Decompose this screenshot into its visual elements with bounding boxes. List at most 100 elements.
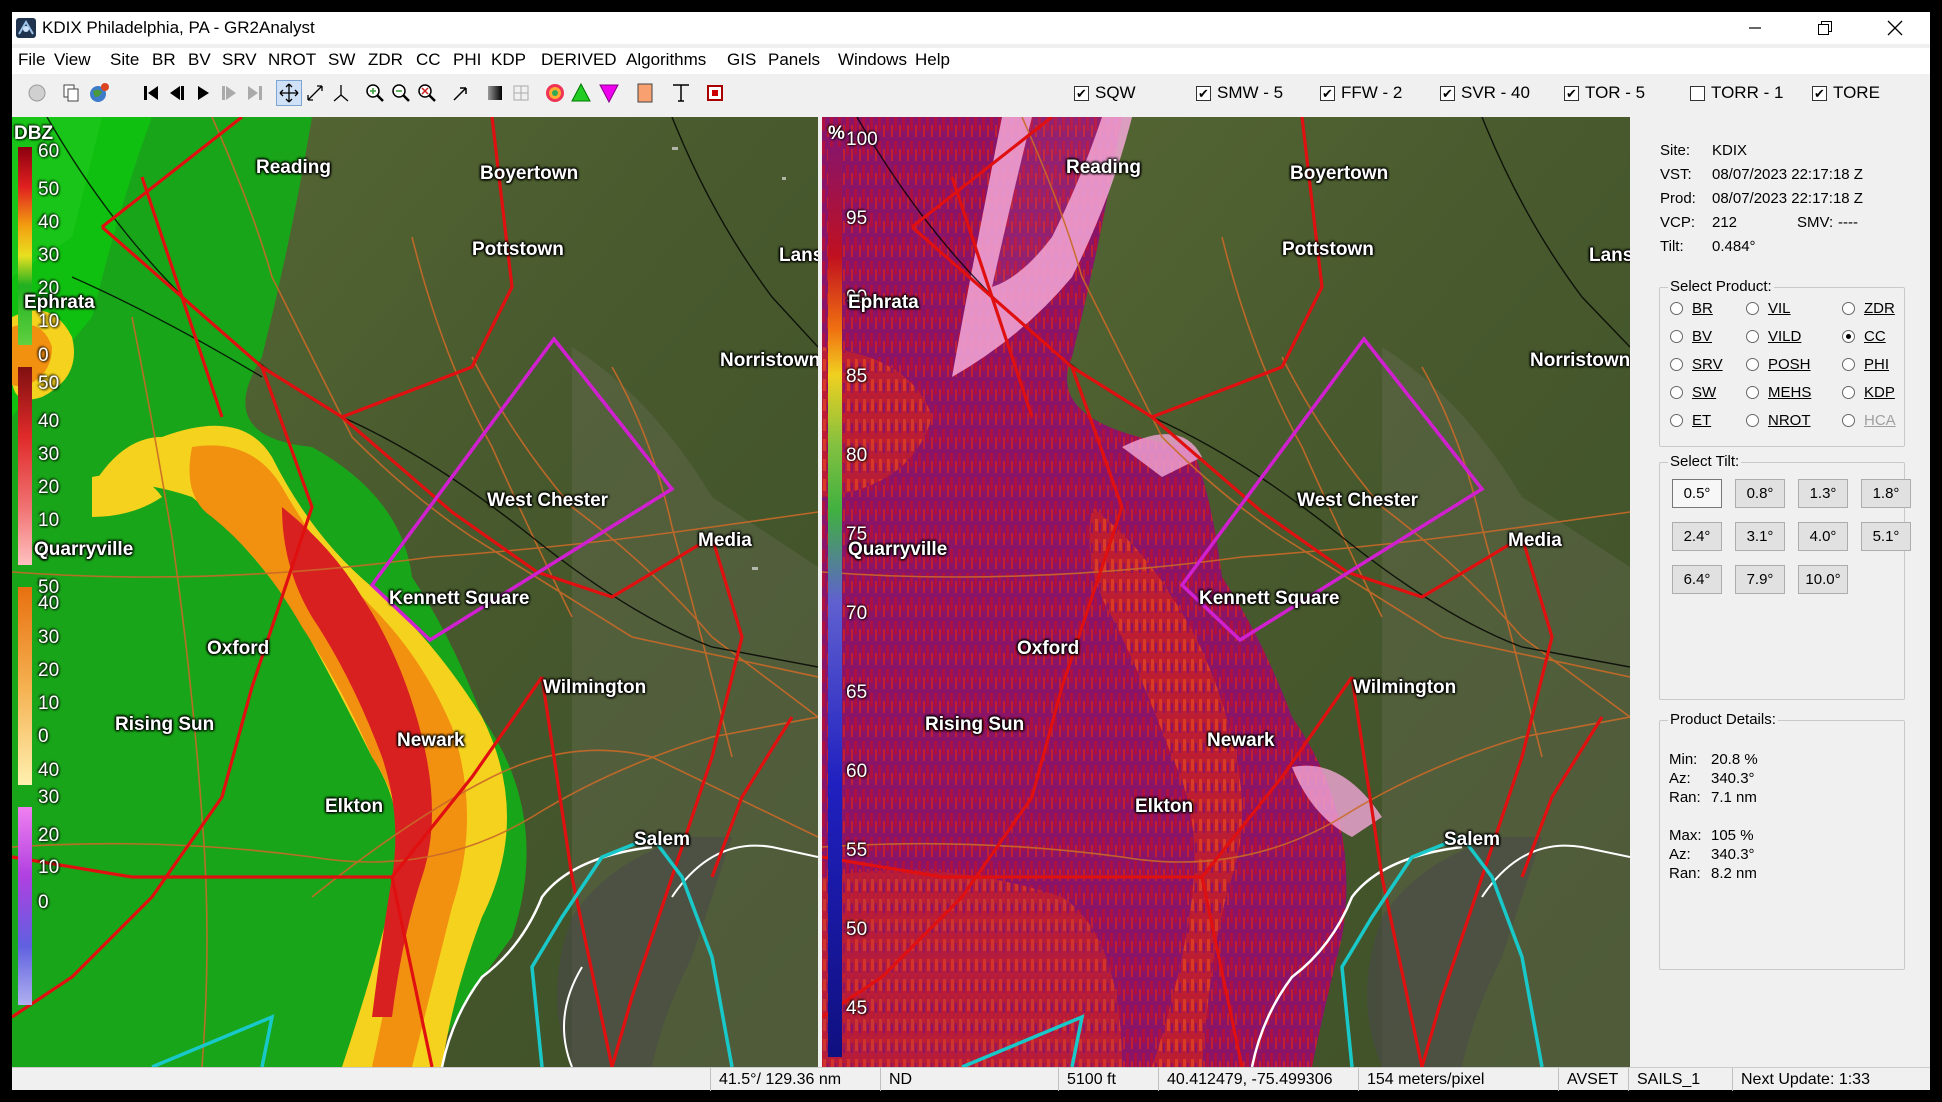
text-tool-button[interactable]	[668, 80, 694, 106]
menu-sw[interactable]: SW	[328, 50, 355, 70]
warning-toggle-tore[interactable]: ✔ TORE	[1812, 83, 1880, 103]
product-radio-cc[interactable]: CC	[1842, 328, 1886, 345]
warning-toggle-smw[interactable]: ✔ SMW - 5	[1196, 83, 1283, 103]
menu-zdr[interactable]: ZDR	[368, 50, 403, 70]
zoom-out-button[interactable]	[388, 80, 414, 106]
menu-derived[interactable]: DERIVED	[541, 50, 617, 70]
warning-toggle-torr[interactable]: TORR - 1	[1690, 83, 1783, 103]
radio-circle-icon[interactable]	[1746, 358, 1759, 371]
hail-algo-button[interactable]	[596, 80, 622, 106]
pan-tool-button[interactable]	[276, 80, 302, 106]
product-radio-br[interactable]: BR	[1670, 300, 1713, 317]
menu-bv[interactable]: BV	[188, 50, 211, 70]
menu-cc[interactable]: CC	[416, 50, 441, 70]
menu-kdp[interactable]: KDP	[491, 50, 526, 70]
warning-toggle-ffw[interactable]: ✔ FFW - 2	[1320, 83, 1402, 103]
warning-toggle-tor[interactable]: ✔ TOR - 5	[1564, 83, 1645, 103]
radio-circle-icon[interactable]	[1842, 330, 1855, 343]
grid-button[interactable]	[508, 80, 534, 106]
checkbox-icon[interactable]: ✔	[1564, 85, 1579, 101]
menu-nrot[interactable]: NROT	[268, 50, 316, 70]
checkbox-icon[interactable]	[1690, 85, 1705, 101]
tilt-button[interactable]: 7.9°	[1735, 565, 1785, 594]
menu-gis[interactable]: GIS	[727, 50, 756, 70]
radio-circle-icon[interactable]	[1746, 302, 1759, 315]
warning-toggle-svr[interactable]: ✔ SVR - 40	[1440, 83, 1530, 103]
radio-circle-icon[interactable]	[1670, 358, 1683, 371]
radio-circle-icon[interactable]	[1670, 414, 1683, 427]
meso-algo-button[interactable]	[568, 80, 594, 106]
color-table-button[interactable]	[632, 80, 658, 106]
checkbox-icon[interactable]: ✔	[1320, 85, 1335, 101]
menu-panels[interactable]: Panels	[768, 50, 820, 70]
tilt-button[interactable]: 5.1°	[1861, 522, 1911, 551]
zoom-reset-button[interactable]	[414, 80, 440, 106]
correlation-map-panel[interactable]: % 100 95 90 85 80 75 70 65 60 55 50 45 Reading Boyer…	[822, 117, 1630, 1067]
menu-phi[interactable]: PHI	[453, 50, 481, 70]
copy-button[interactable]	[58, 80, 84, 106]
tilt-button[interactable]: 2.4°	[1672, 522, 1722, 551]
menu-file[interactable]: File	[18, 50, 45, 70]
product-radio-vild[interactable]: VILD	[1746, 328, 1801, 345]
menu-srv[interactable]: SRV	[222, 50, 257, 70]
radio-circle-icon[interactable]	[1842, 414, 1855, 427]
radio-circle-icon[interactable]	[1746, 330, 1759, 343]
product-radio-srv[interactable]: SRV	[1670, 356, 1723, 373]
checkbox-icon[interactable]: ✔	[1196, 85, 1211, 101]
tilt-button[interactable]: 0.5°	[1672, 479, 1722, 508]
checkbox-icon[interactable]: ✔	[1074, 85, 1089, 101]
menu-view[interactable]: View	[54, 50, 91, 70]
cross-section-button[interactable]	[328, 80, 354, 106]
radio-circle-icon[interactable]	[1842, 358, 1855, 371]
radio-circle-icon[interactable]	[1670, 386, 1683, 399]
product-radio-mehs[interactable]: MEHS	[1746, 384, 1811, 401]
tilt-button[interactable]: 1.8°	[1861, 479, 1911, 508]
zoom-in-button[interactable]	[362, 80, 388, 106]
reflectivity-map-panel[interactable]: DBZ 60 50 40 30 20 10 0 50 40 30 20 10 0 50 40 30 20 10 0 4…	[12, 117, 818, 1067]
radio-circle-icon[interactable]	[1842, 302, 1855, 315]
play-button[interactable]	[190, 80, 216, 106]
product-radio-sw[interactable]: SW	[1670, 384, 1716, 401]
close-button[interactable]	[1860, 12, 1930, 44]
tilt-button[interactable]: 10.0°	[1798, 565, 1848, 594]
site-button[interactable]	[86, 80, 112, 106]
product-radio-bv[interactable]: BV	[1670, 328, 1712, 345]
tilt-button[interactable]: 3.1°	[1735, 522, 1785, 551]
product-radio-zdr[interactable]: ZDR	[1842, 300, 1895, 317]
next-frame-button[interactable]	[216, 80, 242, 106]
prev-frame-button[interactable]	[164, 80, 190, 106]
restore-button[interactable]	[1790, 12, 1860, 44]
panel-divider[interactable]	[818, 117, 822, 1067]
product-radio-vil[interactable]: VIL	[1746, 300, 1791, 317]
tornado-algo-button[interactable]	[542, 80, 568, 106]
product-radio-kdp[interactable]: KDP	[1842, 384, 1895, 401]
radio-circle-icon[interactable]	[1746, 386, 1759, 399]
product-radio-phi[interactable]: PHI	[1842, 356, 1889, 373]
menu-windows[interactable]: Windows	[838, 50, 907, 70]
product-radio-et[interactable]: ET	[1670, 412, 1711, 429]
radio-circle-icon[interactable]	[1670, 302, 1683, 315]
tilt-button[interactable]: 1.3°	[1798, 479, 1848, 508]
menu-site[interactable]: Site	[110, 50, 139, 70]
checkbox-icon[interactable]: ✔	[1440, 85, 1455, 101]
smoothing-button[interactable]	[482, 80, 508, 106]
tilt-button[interactable]: 0.8°	[1735, 479, 1785, 508]
product-radio-nrot[interactable]: NROT	[1746, 412, 1811, 429]
zoom-disabled-button[interactable]	[24, 80, 50, 106]
measure-tool-button[interactable]	[302, 80, 328, 106]
radio-circle-icon[interactable]	[1670, 330, 1683, 343]
menu-br[interactable]: BR	[152, 50, 176, 70]
radio-circle-icon[interactable]	[1746, 414, 1759, 427]
menu-algorithms[interactable]: Algorithms	[626, 50, 706, 70]
product-radio-posh[interactable]: POSH	[1746, 356, 1811, 373]
minimize-button[interactable]	[1720, 12, 1790, 44]
radio-circle-icon[interactable]	[1842, 386, 1855, 399]
pointer-tool-button[interactable]	[448, 80, 474, 106]
last-frame-button[interactable]	[242, 80, 268, 106]
first-frame-button[interactable]	[138, 80, 164, 106]
menu-help[interactable]: Help	[915, 50, 950, 70]
checkbox-icon[interactable]: ✔	[1812, 85, 1827, 101]
tilt-button[interactable]: 4.0°	[1798, 522, 1848, 551]
stop-button[interactable]	[702, 80, 728, 106]
tilt-button[interactable]: 6.4°	[1672, 565, 1722, 594]
